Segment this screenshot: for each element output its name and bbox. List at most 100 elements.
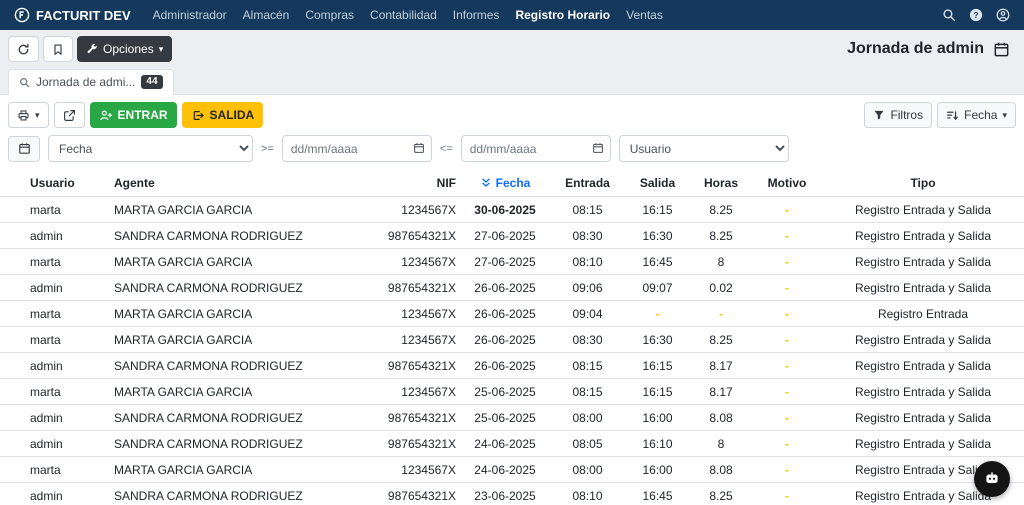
cell-entrada: 09:04 [550,301,625,327]
cell-entrada: 08:00 [550,457,625,483]
cell-salida: 16:15 [625,197,690,223]
cell-fecha: 26-06-2025 [460,275,550,301]
cell-agente: SANDRA CARMONA RODRIGUEZ [110,431,365,457]
cell-fecha: 27-06-2025 [460,223,550,249]
page-title: Jornada de admin [847,40,984,58]
table-row[interactable]: martaMARTA GARCIA GARCIA1234567X25-06-20… [0,379,1024,405]
col-header-agente[interactable]: Agente [110,170,365,197]
cell-fecha: 23-06-2025 [460,483,550,505]
table-row[interactable]: adminSANDRA CARMONA RODRIGUEZ987654321X2… [0,483,1024,505]
nav-item-ventas[interactable]: Ventas [618,8,671,22]
cell-usuario: marta [0,249,110,275]
cell-motivo: - [752,249,822,275]
nav-item-informes[interactable]: Informes [445,8,508,22]
tab-label: Jornada de admi... [36,75,135,89]
table-row[interactable]: martaMARTA GARCIA GARCIA1234567X26-06-20… [0,327,1024,353]
table-row[interactable]: martaMARTA GARCIA GARCIA1234567X26-06-20… [0,301,1024,327]
cell-salida: - [625,301,690,327]
filter-field-select[interactable]: Fecha [48,135,253,162]
cell-salida: 16:10 [625,431,690,457]
search-icon[interactable] [942,8,956,22]
cell-motivo: - [752,431,822,457]
cell-motivo: - [752,379,822,405]
options-button[interactable]: Opciones ▾ [77,36,172,62]
col-header-fecha[interactable]: Fecha [460,170,550,197]
cell-nif: 987654321X [365,353,460,379]
calendar-icon[interactable] [993,41,1010,58]
cell-horas: 0.02 [690,275,752,301]
cell-horas: 8.25 [690,483,752,505]
table-row[interactable]: adminSANDRA CARMONA RODRIGUEZ987654321X2… [0,353,1024,379]
col-header-motivo[interactable]: Motivo [752,170,822,197]
calendar-filter-button[interactable] [8,136,40,162]
wrench-icon [86,43,98,55]
col-header-salida[interactable]: Salida [625,170,690,197]
col-header-entrada[interactable]: Entrada [550,170,625,197]
person-plus-icon [99,109,113,122]
user-icon[interactable] [996,8,1010,22]
table-row[interactable]: adminSANDRA CARMONA RODRIGUEZ987654321X2… [0,431,1024,457]
cell-motivo: - [752,197,822,223]
refresh-button[interactable] [8,36,39,62]
cell-nif: 987654321X [365,405,460,431]
cell-tipo: Registro Entrada y Salida [822,405,1024,431]
cell-nif: 1234567X [365,457,460,483]
date-to-input[interactable] [461,135,611,162]
table-row[interactable]: adminSANDRA CARMONA RODRIGUEZ987654321X2… [0,275,1024,301]
table-row[interactable]: adminSANDRA CARMONA RODRIGUEZ987654321X2… [0,223,1024,249]
cell-entrada: 08:15 [550,353,625,379]
print-button[interactable]: ▾ [8,102,49,128]
nav-item-administrador[interactable]: Administrador [145,8,235,22]
cell-agente: MARTA GARCIA GARCIA [110,301,365,327]
chevron-double-down-icon [480,177,492,189]
table-row[interactable]: martaMARTA GARCIA GARCIA1234567X24-06-20… [0,457,1024,483]
col-header-nif[interactable]: NIF [365,170,460,197]
col-header-tipo[interactable]: Tipo [822,170,1024,197]
cell-usuario: marta [0,301,110,327]
app-brand[interactable]: FACTURIT DEV [14,7,131,23]
help-icon[interactable]: ? [969,8,983,22]
nav-item-almacén[interactable]: Almacén [235,8,298,22]
date-from-input[interactable] [282,135,432,162]
caret-down-icon: ▾ [1002,111,1007,120]
col-header-horas[interactable]: Horas [690,170,752,197]
nav-item-contabilidad[interactable]: Contabilidad [362,8,445,22]
filtros-button[interactable]: Filtros [864,102,932,128]
cell-horas: - [690,301,752,327]
app-logo-icon [14,7,30,23]
filter-row: Fecha >= <= Usuario [8,135,1016,162]
chat-widget-button[interactable] [974,461,1010,497]
export-button[interactable] [54,102,85,128]
nav-item-compras[interactable]: Compras [297,8,362,22]
cell-tipo: Registro Entrada y Salida [822,197,1024,223]
tab-jornada[interactable]: Jornada de admi... 44 [8,69,174,95]
cell-nif: 1234567X [365,327,460,353]
cell-fecha: 24-06-2025 [460,457,550,483]
salida-button[interactable]: SALIDA [182,102,264,128]
cell-entrada: 08:10 [550,483,625,505]
cell-salida: 16:00 [625,405,690,431]
actions-row: ▾ ENTRAR SALIDA [8,102,1016,128]
cell-motivo: - [752,223,822,249]
table-row[interactable]: martaMARTA GARCIA GARCIA1234567X30-06-20… [0,197,1024,223]
cell-salida: 16:30 [625,223,690,249]
col-header-usuario[interactable]: Usuario [0,170,110,197]
cell-motivo: - [752,327,822,353]
bookmark-button[interactable] [43,36,73,62]
filter-user-select[interactable]: Usuario [619,135,789,162]
cell-motivo: - [752,301,822,327]
table-row[interactable]: adminSANDRA CARMONA RODRIGUEZ987654321X2… [0,405,1024,431]
sort-button[interactable]: Fecha ▾ [937,102,1016,128]
cell-tipo: Registro Entrada [822,301,1024,327]
exit-icon [191,109,205,122]
entrar-button[interactable]: ENTRAR [90,102,177,128]
records-table: UsuarioAgenteNIFFechaEntradaSalidaHorasM… [0,170,1024,505]
cell-horas: 8.08 [690,405,752,431]
nav-item-registro-horario[interactable]: Registro Horario [507,8,618,22]
cell-motivo: - [752,353,822,379]
cell-horas: 8.25 [690,223,752,249]
cell-usuario: marta [0,457,110,483]
cell-motivo: - [752,275,822,301]
cell-salida: 16:30 [625,327,690,353]
table-row[interactable]: martaMARTA GARCIA GARCIA1234567X27-06-20… [0,249,1024,275]
